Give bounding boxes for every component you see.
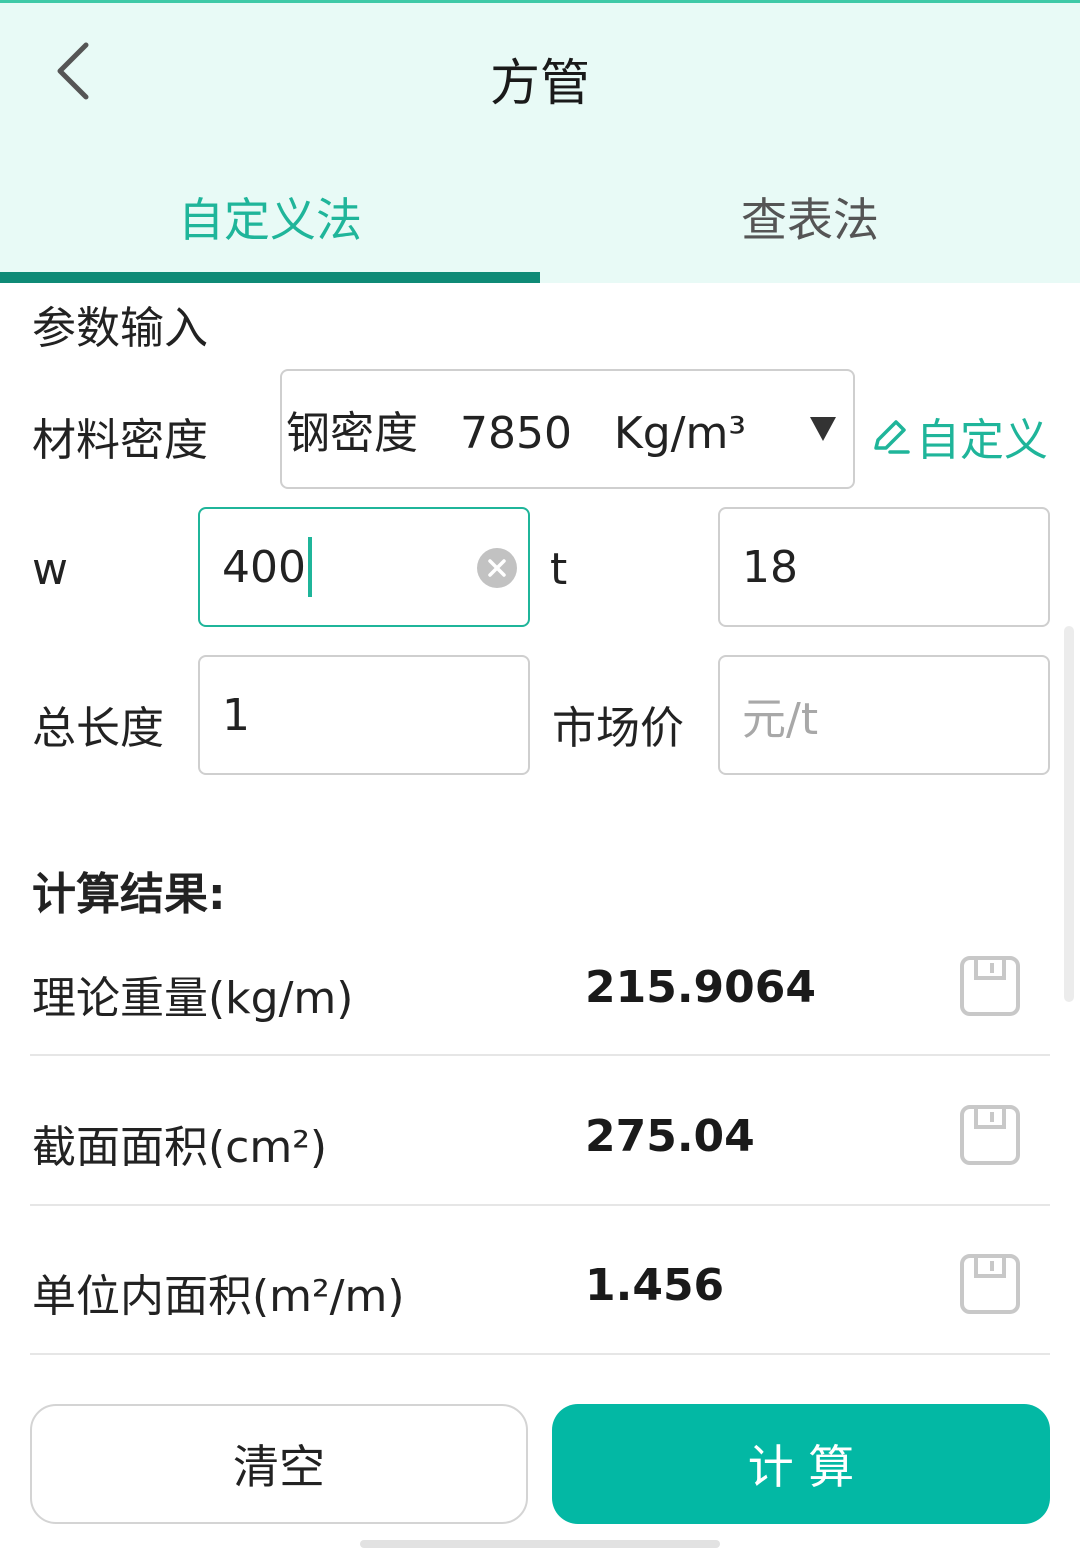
result-value-weight: 215.9064 <box>585 962 817 1013</box>
t-input-value: 18 <box>742 541 798 593</box>
density-label: 材料密度 <box>32 415 208 466</box>
w-input[interactable]: 400 <box>198 507 530 627</box>
save-icon[interactable] <box>958 954 1022 1018</box>
tab-custom-method[interactable]: 自定义法 <box>0 184 540 250</box>
page-title: 方管 <box>490 54 590 112</box>
length-label: 总长度 <box>32 703 164 754</box>
results-title: 计算结果: <box>32 869 226 920</box>
custom-density-link[interactable]: 自定义 <box>868 404 1048 468</box>
length-input-value: 1 <box>222 689 250 741</box>
save-icon[interactable] <box>958 1103 1022 1167</box>
triangle-down-icon <box>810 417 836 441</box>
home-indicator <box>360 1540 720 1548</box>
result-label-inner-area: 单位内面积(m²/m) <box>32 1271 405 1322</box>
density-select[interactable]: 钢密度 7850 Kg/m³ <box>280 369 855 489</box>
density-selected-value: 钢密度 7850 Kg/m³ <box>286 408 747 459</box>
result-value-inner-area: 1.456 <box>585 1260 725 1311</box>
divider <box>30 1204 1050 1206</box>
save-icon[interactable] <box>958 1252 1022 1316</box>
active-tab-indicator <box>0 272 540 283</box>
custom-density-label: 自定义 <box>916 415 1048 466</box>
clear-circle-icon[interactable] <box>476 547 518 589</box>
clear-button[interactable]: 清空 <box>30 1404 528 1524</box>
tab-table-method[interactable]: 查表法 <box>540 184 1080 250</box>
t-label: t <box>550 544 568 595</box>
result-label-weight: 理论重量(kg/m) <box>32 973 354 1024</box>
w-label: w <box>32 544 68 595</box>
text-cursor <box>307 537 312 597</box>
scrollbar[interactable] <box>1064 626 1074 1002</box>
params-section-title: 参数输入 <box>32 303 208 354</box>
w-input-value-wrap: 400 <box>222 509 312 625</box>
result-value-section-area: 275.04 <box>585 1111 755 1162</box>
price-input-placeholder: 元/t <box>742 694 819 745</box>
t-input[interactable]: 18 <box>718 507 1050 627</box>
w-input-value: 400 <box>222 541 306 593</box>
calculate-button[interactable]: 计 算 <box>552 1404 1050 1524</box>
edit-icon <box>874 420 910 454</box>
result-label-section-area: 截面面积(cm²) <box>32 1122 328 1173</box>
divider <box>30 1054 1050 1056</box>
length-input[interactable]: 1 <box>198 655 530 775</box>
price-label: 市场价 <box>552 703 684 754</box>
price-input[interactable]: 元/t <box>718 655 1050 775</box>
divider <box>30 1353 1050 1355</box>
